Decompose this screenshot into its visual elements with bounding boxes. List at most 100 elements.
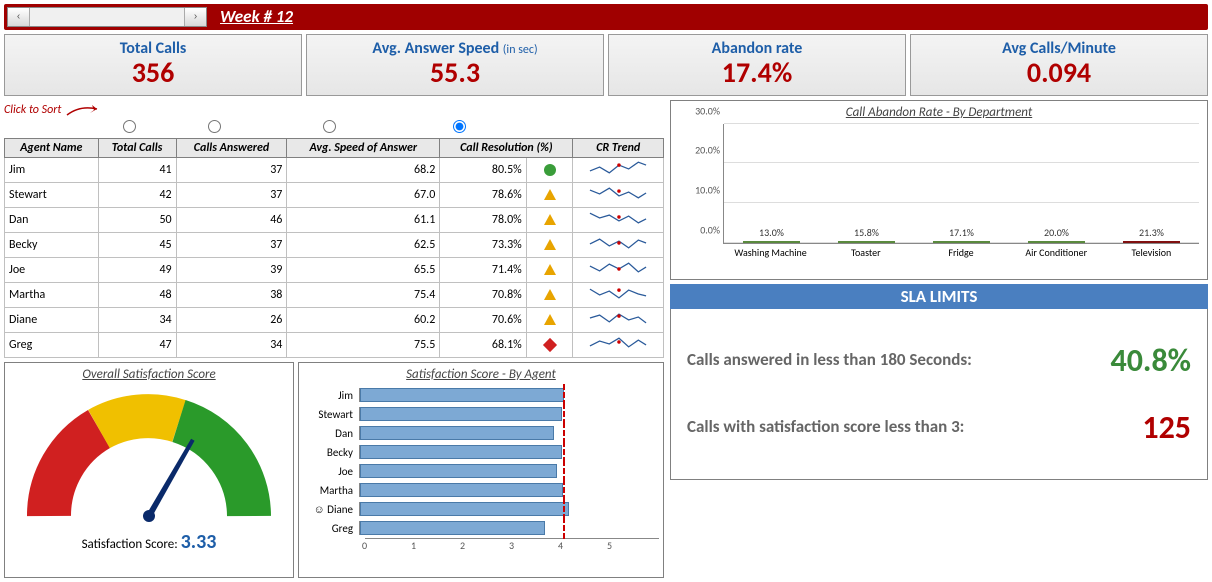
table-row: Stewart423767.078.6%: [5, 182, 664, 207]
bar-category-label: Washing Machine: [723, 244, 818, 259]
cell-status-icon: [526, 332, 573, 357]
agent-score-row: Dan: [303, 424, 659, 443]
agent-label: ☺ Diane: [303, 503, 359, 516]
abandon-bar-chart: 0.0%10.0%20.0%30.0% 13.0%15.8%17.1%20.0%…: [723, 124, 1199, 244]
cell-status-icon: [526, 257, 573, 282]
sort-resolution-radio[interactable]: [453, 120, 466, 133]
cell-calls: 50: [98, 207, 176, 232]
bar-track: [359, 407, 659, 421]
bar-track: [359, 521, 659, 535]
bar-column: 17.1%: [914, 226, 1009, 243]
cell-status-icon: [526, 307, 573, 332]
bar-track: [359, 483, 659, 497]
panel-title: Overall Satisfaction Score: [9, 367, 289, 382]
cell-speed: 75.5: [287, 332, 440, 357]
agent-label: Stewart: [303, 408, 359, 421]
bar-track: [359, 445, 659, 459]
bar-track: [359, 502, 659, 516]
sla-body: Calls answered in less than 180 Seconds:…: [670, 309, 1208, 480]
table-row: Dan504661.178.0%: [5, 207, 664, 232]
sort-speed-radio[interactable]: [323, 120, 336, 133]
table-row: Greg473475.568.1%: [5, 332, 664, 357]
cell-answered: 37: [176, 157, 287, 182]
sla-value: 40.8%: [1110, 341, 1191, 380]
sort-total-calls-radio[interactable]: [123, 120, 136, 133]
cell-answered: 37: [176, 232, 287, 257]
cell-resolution: 70.6%: [440, 307, 526, 332]
cell-answered: 37: [176, 182, 287, 207]
agent-score-row: ☺ Diane: [303, 500, 659, 519]
table-row: Diane342660.270.6%: [5, 307, 664, 332]
th-calls[interactable]: Total Calls: [98, 138, 176, 157]
status-yellow-icon: [544, 289, 556, 300]
kpi-calls-minute: Avg Calls/Minute 0.094: [910, 34, 1208, 96]
kpi-value: 0.094: [911, 58, 1207, 89]
kpi-row: Total Calls 356 Avg. Answer Speed (in se…: [4, 34, 1208, 96]
cell-resolution: 73.3%: [440, 232, 526, 257]
cell-calls: 49: [98, 257, 176, 282]
th-speed[interactable]: Avg. Speed of Answer: [287, 138, 440, 157]
th-trend[interactable]: CR Trend: [573, 138, 664, 157]
bar-column: 21.3%: [1104, 226, 1199, 243]
sla-text: Calls answered in less than 180 Seconds:: [687, 350, 1110, 370]
cell-name: Diane: [5, 307, 99, 332]
bar-value-label: 13.0%: [759, 226, 784, 239]
cell-answered: 34: [176, 332, 287, 357]
agent-label: Becky: [303, 446, 359, 459]
cell-trend: [573, 232, 664, 257]
cell-name: Martha: [5, 282, 99, 307]
agent-score-row: Jim: [303, 386, 659, 405]
cell-name: Becky: [5, 232, 99, 257]
cell-answered: 39: [176, 257, 287, 282]
bar-track: [359, 388, 659, 402]
th-answered[interactable]: Calls Answered: [176, 138, 287, 157]
sparkline-icon: [588, 234, 648, 252]
cell-name: Joe: [5, 257, 99, 282]
sort-answered-radio[interactable]: [208, 120, 221, 133]
bar-value-label: 17.1%: [949, 226, 974, 239]
cell-calls: 34: [98, 307, 176, 332]
cell-name: Dan: [5, 207, 99, 232]
status-green-icon: [544, 164, 556, 176]
cell-status-icon: [526, 182, 573, 207]
sparkline-icon: [588, 209, 648, 227]
agent-label: Joe: [303, 465, 359, 478]
th-name[interactable]: Agent Name: [5, 138, 99, 157]
cell-speed: 68.2: [287, 157, 440, 182]
cell-trend: [573, 257, 664, 282]
sort-hint: Click to Sort: [4, 100, 664, 120]
agent-score-row: Becky: [303, 443, 659, 462]
next-week-button[interactable]: ›: [184, 8, 206, 26]
satisfaction-score-line: Satisfaction Score: 3.33: [9, 530, 289, 554]
agent-score-row: Joe: [303, 462, 659, 481]
th-resolution[interactable]: Call Resolution (%): [440, 138, 573, 157]
panel-title: Satisfaction Score - By Agent: [303, 367, 659, 382]
cell-status-icon: [526, 207, 573, 232]
sparkline-icon: [588, 334, 648, 352]
bar-fill: [360, 426, 554, 440]
week-spinner[interactable]: ‹ ›: [7, 7, 207, 27]
sla-value: 125: [1142, 408, 1191, 447]
cell-trend: [573, 282, 664, 307]
cell-trend: [573, 332, 664, 357]
cell-resolution: 68.1%: [440, 332, 526, 357]
cell-calls: 47: [98, 332, 176, 357]
cell-speed: 75.4: [287, 282, 440, 307]
header-bar: ‹ › Week # 12: [4, 4, 1208, 30]
sparkline-icon: [588, 309, 648, 327]
prev-week-button[interactable]: ‹: [8, 8, 30, 26]
bar-fill: [360, 502, 569, 516]
cell-speed: 65.5: [287, 257, 440, 282]
kpi-value: 356: [5, 58, 301, 89]
agent-label: Dan: [303, 427, 359, 440]
cell-resolution: 71.4%: [440, 257, 526, 282]
gauge-chart: [19, 386, 279, 526]
bar-fill: [360, 445, 562, 459]
cell-resolution: 80.5%: [440, 157, 526, 182]
cell-trend: [573, 157, 664, 182]
bar-value-label: 15.8%: [854, 226, 879, 239]
bar: [1028, 241, 1085, 243]
abandon-rate-panel: Call Abandon Rate - By Department 0.0%10…: [670, 100, 1208, 280]
bar-column: 15.8%: [819, 226, 914, 243]
cell-speed: 67.0: [287, 182, 440, 207]
